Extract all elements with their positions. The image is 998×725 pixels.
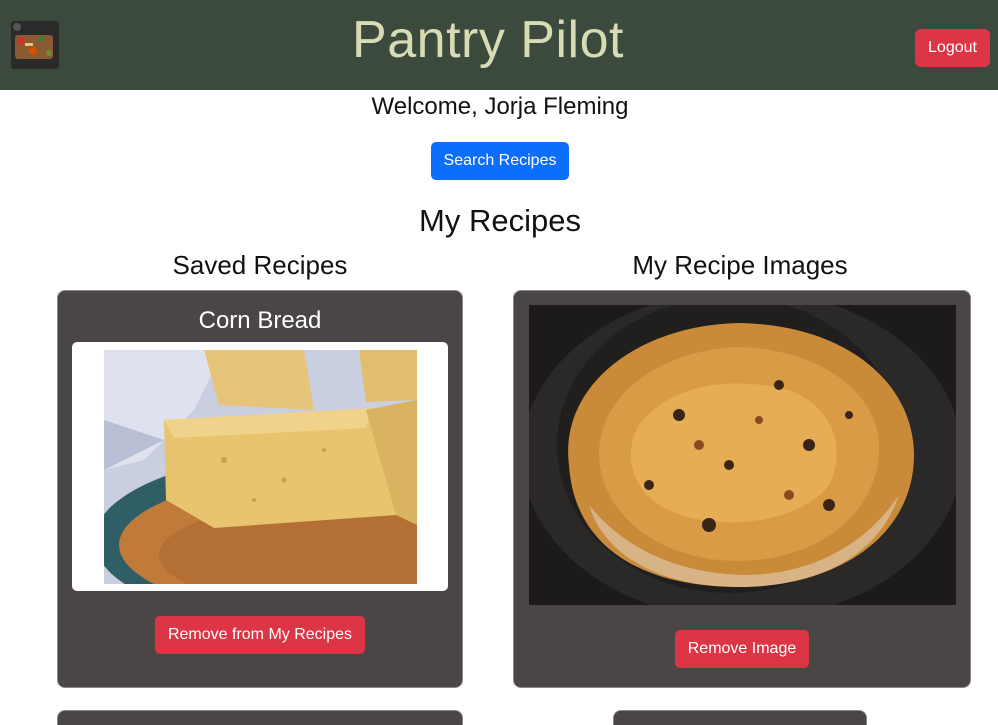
remove-from-my-recipes-button[interactable]: Remove from My Recipes (155, 616, 365, 654)
recipe-title[interactable]: Corn Bread (58, 307, 462, 335)
recipe-images-heading: My Recipe Images (632, 250, 848, 280)
welcome-message: Welcome, Jorja Fleming (371, 93, 629, 120)
saved-recipes-heading: Saved Recipes (172, 250, 348, 280)
recipe-image-card: Remove Image (513, 290, 971, 688)
saved-recipe-card: Corn Bread Remove from My Recipes (57, 290, 463, 688)
app-title: Pantry Pilot (352, 11, 624, 69)
logout-button[interactable]: Logout (915, 29, 990, 67)
search-recipes-button[interactable]: Search Recipes (431, 142, 569, 180)
remove-image-button[interactable]: Remove Image (675, 630, 809, 668)
saved-recipe-card (57, 710, 463, 725)
recipe-image-frame (72, 342, 448, 591)
page-title: My Recipes (419, 203, 581, 238)
recipe-photo[interactable] (104, 350, 417, 584)
recipe-image-card (613, 710, 867, 725)
recipe-photo[interactable] (529, 305, 956, 605)
navbar: Pantry Pilot Logout (0, 0, 998, 90)
